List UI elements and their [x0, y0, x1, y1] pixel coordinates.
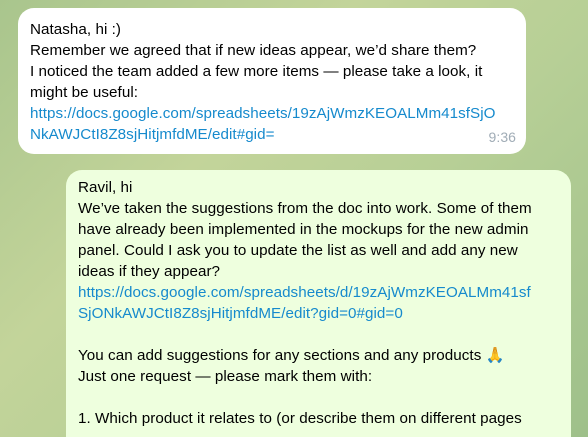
message-line: might be useful:	[30, 84, 139, 101]
message-line: You can add suggestions for any sections…	[78, 347, 505, 364]
message-line: Natasha, hi :)	[30, 21, 122, 38]
message-line: panel. Could I ask you to update the lis…	[78, 242, 518, 259]
message-line: have already been implemented in the moc…	[78, 221, 529, 238]
message-line: ideas if they appear?	[78, 263, 221, 280]
outgoing-message-bubble[interactable]: Ravil, hi We’ve taken the suggestions fr…	[66, 170, 571, 437]
message-line: I noticed the team added a few more item…	[30, 63, 483, 80]
message-timestamp: 9:36	[488, 129, 516, 145]
incoming-message-bubble[interactable]: Natasha, hi :) Remember we agreed that i…	[18, 8, 526, 154]
spreadsheet-link[interactable]: https://docs.google.com/spreadsheets/19z…	[30, 103, 526, 124]
spreadsheet-link[interactable]: https://docs.google.com/spreadsheets/d/1…	[78, 282, 571, 303]
message-line: We’ve taken the suggestions from the doc…	[78, 200, 532, 217]
message-line: Just one request — please mark them with…	[78, 368, 373, 385]
message-line: Ravil, hi	[78, 179, 133, 196]
message-line: Remember we agreed that if new ideas app…	[30, 42, 477, 59]
list-item: 1. Which product it relates to (or descr…	[78, 410, 522, 427]
spreadsheet-link[interactable]: NkAWJCtI8Z8sjHitjmfdME/edit#gid=	[30, 124, 526, 145]
spreadsheet-link[interactable]: SjONkAWJCtI8Z8sjHitjmfdME/edit?gid=0#gid…	[78, 303, 571, 324]
